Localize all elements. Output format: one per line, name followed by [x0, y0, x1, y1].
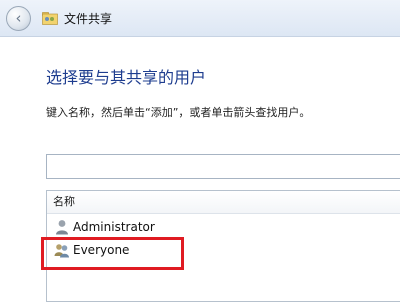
window-title: 文件共享: [64, 12, 113, 26]
back-arrow-icon: ‹: [15, 9, 22, 27]
page-heading: 选择要与其共享的用户: [46, 68, 207, 87]
highlight-annotation: [41, 237, 184, 270]
list-item-administrator[interactable]: Administrator: [47, 216, 400, 238]
user-name-input[interactable]: [46, 154, 400, 179]
instruction-text: 键入名称，然后单击“添加”，或者单击箭头查找用户。: [46, 106, 311, 119]
back-button[interactable]: ‹: [6, 6, 31, 31]
title-bar: ‹ 文件共享: [0, 0, 400, 37]
folder-share-icon: [42, 12, 58, 25]
user-icon: [54, 219, 70, 235]
list-item-label: Administrator: [73, 220, 155, 234]
column-header-name[interactable]: 名称: [47, 191, 400, 214]
